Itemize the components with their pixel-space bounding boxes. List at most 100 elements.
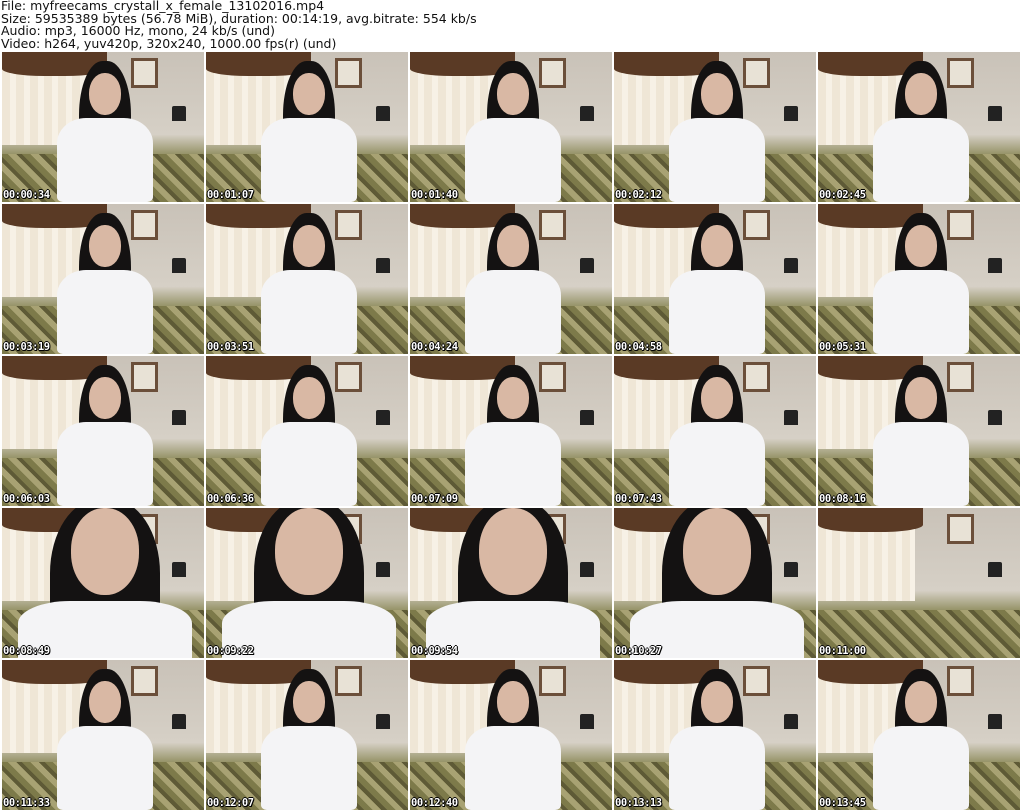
person-face <box>478 508 548 595</box>
timestamp: 00:01:07 <box>207 189 254 201</box>
person-shirt <box>56 422 154 506</box>
timestamp: 00:03:19 <box>3 341 50 353</box>
person-shirt <box>260 726 358 810</box>
timestamp: 00:11:00 <box>819 645 866 657</box>
lamp <box>783 714 798 729</box>
wall-picture <box>743 210 770 240</box>
timestamp: 00:04:24 <box>411 341 458 353</box>
wall-picture <box>947 514 974 544</box>
video-thumbnail: 00:01:40 <box>410 52 612 202</box>
person-shirt <box>872 422 970 506</box>
lamp <box>987 258 1002 273</box>
timestamp: 00:06:36 <box>207 493 254 505</box>
wall-picture <box>335 210 362 240</box>
person-shirt <box>56 270 154 354</box>
person-shirt <box>872 270 970 354</box>
video-thumbnail: 00:03:51 <box>206 204 408 354</box>
lamp <box>171 258 186 273</box>
lamp <box>783 258 798 273</box>
video-thumbnail: 00:13:45 <box>818 660 1020 810</box>
person-face <box>88 681 122 723</box>
person-face <box>70 508 140 595</box>
lamp <box>375 410 390 425</box>
video-thumbnail: 00:08:49 <box>2 508 204 658</box>
person-shirt <box>668 726 766 810</box>
video-thumbnail: 00:12:40 <box>410 660 612 810</box>
video-thumbnail: 00:06:03 <box>2 356 204 506</box>
lamp <box>783 410 798 425</box>
video-thumbnail: 00:07:43 <box>614 356 816 506</box>
person-face <box>904 681 938 723</box>
video-thumbnail: 00:02:45 <box>818 52 1020 202</box>
person-face <box>88 225 122 267</box>
person-shirt <box>872 726 970 810</box>
video-thumbnail: 00:09:54 <box>410 508 612 658</box>
video-thumbnail: 00:03:19 <box>2 204 204 354</box>
video-thumbnail: 00:07:09 <box>410 356 612 506</box>
person-shirt <box>872 118 970 202</box>
person-face <box>292 225 326 267</box>
person-shirt <box>668 422 766 506</box>
wall-picture <box>131 666 158 696</box>
video-thumbnail: 00:00:34 <box>2 52 204 202</box>
timestamp: 00:04:58 <box>615 341 662 353</box>
video-thumbnail: 00:04:24 <box>410 204 612 354</box>
lamp <box>171 106 186 121</box>
video-thumbnail: 00:11:00 <box>818 508 1020 658</box>
lamp <box>987 106 1002 121</box>
person-face <box>700 377 734 419</box>
wall-picture <box>539 666 566 696</box>
timestamp: 00:07:43 <box>615 493 662 505</box>
lamp <box>171 562 186 577</box>
person-face <box>904 73 938 115</box>
person-shirt <box>668 270 766 354</box>
wall-picture <box>539 210 566 240</box>
lamp <box>579 410 594 425</box>
person-face <box>274 508 344 595</box>
person-face <box>700 225 734 267</box>
video-thumbnail: 00:01:07 <box>206 52 408 202</box>
timestamp: 00:11:33 <box>3 797 50 809</box>
lamp <box>375 106 390 121</box>
person-face <box>88 73 122 115</box>
timestamp: 00:00:34 <box>3 189 50 201</box>
person-face <box>496 73 530 115</box>
person-face <box>700 681 734 723</box>
timestamp: 00:09:54 <box>411 645 458 657</box>
file-info-header: File: myfreecams_crystall_x_female_13102… <box>1 0 477 50</box>
person-shirt <box>464 726 562 810</box>
video-thumbnail: 00:10:27 <box>614 508 816 658</box>
person-shirt <box>56 118 154 202</box>
person-face <box>292 681 326 723</box>
lamp <box>171 410 186 425</box>
wall-picture <box>947 362 974 392</box>
lamp <box>579 258 594 273</box>
lamp <box>375 258 390 273</box>
wall-picture <box>539 58 566 88</box>
lamp <box>579 562 594 577</box>
timestamp: 00:08:49 <box>3 645 50 657</box>
video-info: Video: h264, yuv420p, 320x240, 1000.00 f… <box>1 35 337 51</box>
wall-picture <box>131 58 158 88</box>
wall-picture <box>947 210 974 240</box>
wall-picture <box>743 666 770 696</box>
person-face <box>904 225 938 267</box>
lamp <box>783 106 798 121</box>
person-face <box>682 508 752 595</box>
timestamp: 00:02:45 <box>819 189 866 201</box>
lamp <box>171 714 186 729</box>
person-face <box>496 225 530 267</box>
person-shirt <box>260 118 358 202</box>
lamp <box>579 106 594 121</box>
person-face <box>496 681 530 723</box>
wall-picture <box>335 58 362 88</box>
lamp <box>987 562 1002 577</box>
thumbnail-grid: 00:00:34 00:01:07 00:01:40 00:02:12 00:02:45… <box>2 52 1020 810</box>
lamp <box>375 714 390 729</box>
curtain-valance <box>818 508 924 532</box>
video-thumbnail: 00:11:33 <box>2 660 204 810</box>
person-face <box>292 377 326 419</box>
video-thumbnail: 00:05:31 <box>818 204 1020 354</box>
timestamp: 00:06:03 <box>3 493 50 505</box>
video-thumbnail: 00:09:22 <box>206 508 408 658</box>
